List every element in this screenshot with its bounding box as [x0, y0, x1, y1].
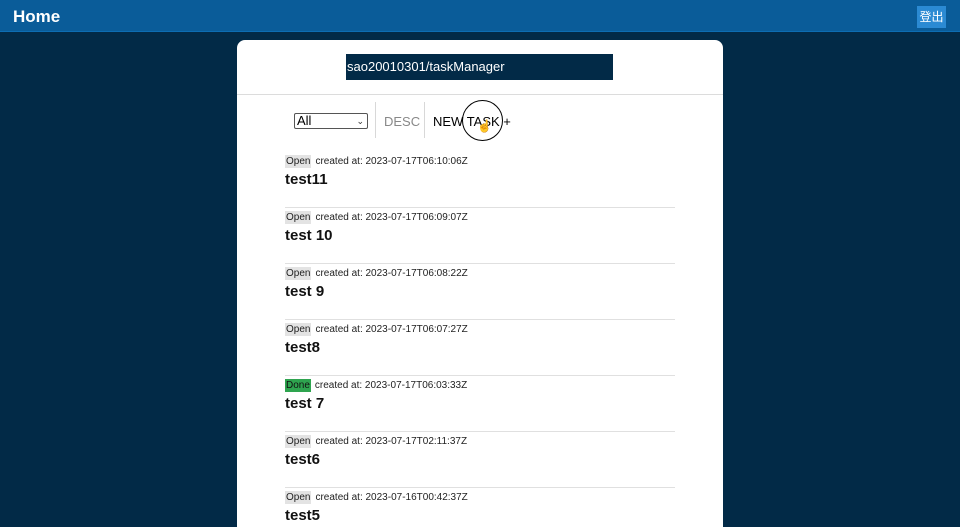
- divider: [237, 94, 723, 95]
- task-meta: Open created at: 2023-07-17T02:11:37Z: [285, 435, 675, 449]
- task-title: test11: [285, 171, 328, 188]
- pointer-hand-icon: ☝: [477, 119, 492, 133]
- logout-button[interactable]: 登出: [917, 6, 946, 28]
- status-badge: Open: [285, 435, 312, 448]
- home-link[interactable]: Home: [13, 7, 60, 26]
- status-badge: Done: [285, 379, 311, 392]
- sort-order-button[interactable]: DESC: [384, 114, 420, 129]
- repo-name: sao20010301/taskManager: [346, 54, 613, 80]
- task-title: test 10: [285, 227, 333, 244]
- task-item[interactable]: Open created at: 2023-07-16T00:42:37Z tes…: [285, 488, 675, 527]
- task-title: test5: [285, 507, 321, 524]
- task-created-at: created at: 2023-07-17T06:09:07Z: [315, 212, 468, 223]
- task-item[interactable]: Open created at: 2023-07-17T06:09:07Z tes…: [285, 208, 675, 264]
- chevron-down-icon: ⌄: [356, 116, 364, 126]
- task-item[interactable]: Open created at: 2023-07-17T06:08:22Z tes…: [285, 264, 675, 320]
- task-item[interactable]: Open created at: 2023-07-17T02:11:37Z tes…: [285, 432, 675, 488]
- status-badge: Open: [285, 155, 312, 168]
- task-created-at: created at: 2023-07-17T06:08:22Z: [315, 268, 468, 279]
- task-meta: Open created at: 2023-07-17T06:07:27Z: [285, 323, 675, 337]
- status-badge: Open: [285, 491, 312, 504]
- top-nav-bar: Home 登出: [0, 0, 960, 32]
- task-created-at: created at: 2023-07-17T06:07:27Z: [315, 324, 468, 335]
- task-meta: Done created at: 2023-07-17T06:03:33Z: [285, 379, 675, 393]
- task-item[interactable]: Done created at: 2023-07-17T06:03:33Z tes…: [285, 376, 675, 432]
- status-badge: Open: [285, 211, 312, 224]
- task-item[interactable]: Open created at: 2023-07-17T06:10:06Z tes…: [285, 152, 675, 208]
- task-title: test6: [285, 451, 321, 468]
- task-title: test 9: [285, 283, 325, 300]
- task-created-at: created at: 2023-07-17T06:03:33Z: [314, 380, 468, 391]
- status-badge: Open: [285, 267, 312, 280]
- task-panel: sao20010301/taskManager All ⌄ DESC NEW T…: [237, 40, 723, 527]
- task-meta: Open created at: 2023-07-17T06:08:22Z: [285, 267, 675, 281]
- task-list: Open created at: 2023-07-17T06:10:06Z tes…: [285, 152, 675, 527]
- task-title: test8: [285, 339, 321, 356]
- task-title: test 7: [285, 395, 325, 412]
- task-created-at: created at: 2023-07-16T00:42:37Z: [315, 492, 468, 503]
- task-item[interactable]: Open created at: 2023-07-17T06:07:27Z tes…: [285, 320, 675, 376]
- task-created-at: created at: 2023-07-17T02:11:37Z: [315, 436, 468, 447]
- task-meta: Open created at: 2023-07-17T06:10:06Z: [285, 155, 675, 169]
- toolbar-divider: [424, 102, 425, 138]
- task-meta: Open created at: 2023-07-16T00:42:37Z: [285, 491, 675, 505]
- status-badge: Open: [285, 323, 312, 336]
- toolbar: All ⌄ DESC NEW TASK + ☝: [293, 100, 553, 141]
- task-meta: Open created at: 2023-07-17T06:09:07Z: [285, 211, 675, 225]
- status-filter-value: All: [297, 113, 312, 128]
- status-filter-select[interactable]: All ⌄: [294, 113, 368, 129]
- task-created-at: created at: 2023-07-17T06:10:06Z: [315, 156, 468, 167]
- toolbar-divider: [375, 102, 376, 138]
